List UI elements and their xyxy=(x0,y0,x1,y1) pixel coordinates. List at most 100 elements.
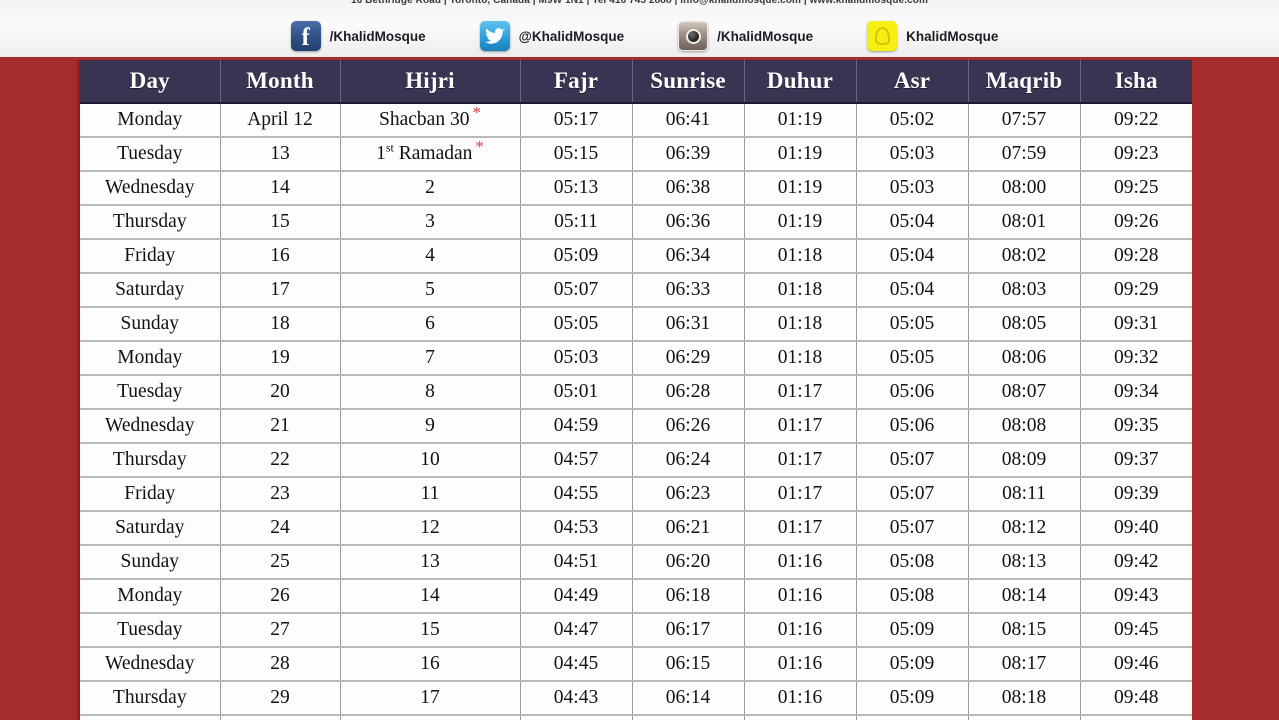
cell-day: Monday xyxy=(80,341,221,376)
cell-month: 26 xyxy=(220,579,341,614)
column-header-day: Day xyxy=(80,60,221,104)
hijri-note-star: * xyxy=(475,137,484,156)
social-link-snapchat[interactable]: KhalidMosque xyxy=(867,21,998,51)
cell-month: April 12 xyxy=(220,103,341,138)
prayer-timetable-container: Day Month Hijri Fajr Sunrise Duhur Asr M… xyxy=(77,60,1192,720)
cell-asr: 05:10 xyxy=(856,715,969,720)
cell-day: Thursday xyxy=(80,443,221,478)
cell-hijri: 12 xyxy=(340,511,521,546)
cell-isha: 09:46 xyxy=(1080,647,1192,682)
table-row: Saturday 24 12 04:53 06:21 01:17 05:07 08:12 09:… xyxy=(80,511,1192,546)
cell-sunrise: 06:14 xyxy=(632,681,745,716)
cell-duhur: 01:19 xyxy=(744,103,857,138)
cell-asr: 05:05 xyxy=(856,341,969,376)
cell-month: 27 xyxy=(220,613,341,648)
cell-maqrib: 08:19 xyxy=(968,715,1081,720)
cell-sunrise: 06:38 xyxy=(632,171,745,206)
cell-asr: 05:04 xyxy=(856,205,969,240)
page-root: 16 Bethridge Road | Toronto, Canada | M9… xyxy=(0,0,1279,720)
cell-sunrise: 06:34 xyxy=(632,239,745,274)
cell-month: 29 xyxy=(220,681,341,716)
cell-maqrib: 08:07 xyxy=(968,375,1081,410)
social-link-twitter[interactable]: @KhalidMosque xyxy=(479,21,624,51)
cell-isha: 09:50 xyxy=(1080,715,1192,720)
cell-asr: 05:06 xyxy=(856,375,969,410)
column-header-duhur: Duhur xyxy=(744,60,857,104)
cell-isha: 09:31 xyxy=(1080,307,1192,342)
cell-maqrib: 08:09 xyxy=(968,443,1081,478)
cell-month: 23 xyxy=(220,477,341,512)
cell-month: 17 xyxy=(220,273,341,308)
cell-asr: 05:08 xyxy=(856,545,969,580)
cell-maqrib: 08:08 xyxy=(968,409,1081,444)
cell-fajr: 04:53 xyxy=(520,511,633,546)
cell-duhur: 01:16 xyxy=(744,681,857,716)
cell-maqrib: 08:06 xyxy=(968,341,1081,376)
cell-asr: 05:04 xyxy=(856,239,969,274)
cell-sunrise: 06:41 xyxy=(632,103,745,138)
social-link-facebook[interactable]: f /KhalidMosque xyxy=(290,21,426,51)
table-body: Monday April 12 Shacban 30 * 05:17 06:41 01:19… xyxy=(80,103,1192,720)
column-header-fajr: Fajr xyxy=(520,60,633,104)
cell-hijri: 11 xyxy=(340,477,521,512)
cell-duhur: 01:16 xyxy=(744,715,857,720)
column-header-sunrise: Sunrise xyxy=(632,60,745,104)
cell-fajr: 04:59 xyxy=(520,409,633,444)
table-row: Tuesday 13 1st Ramadan * 05:15 06:39 01:19 05:0… xyxy=(80,137,1192,172)
cell-day: Saturday xyxy=(80,511,221,546)
cell-asr: 05:08 xyxy=(856,579,969,614)
hijri-note-star: * xyxy=(472,103,481,122)
social-link-instagram[interactable]: /KhalidMosque xyxy=(678,21,813,51)
contact-info-line: 16 Bethridge Road | Toronto, Canada | M9… xyxy=(350,0,928,6)
cell-duhur: 01:17 xyxy=(744,409,857,444)
cell-duhur: 01:19 xyxy=(744,205,857,240)
table-row: Sunday 25 13 04:51 06:20 01:16 05:08 08:13 09:42 xyxy=(80,545,1192,580)
cell-duhur: 01:16 xyxy=(744,647,857,682)
cell-sunrise: 06:17 xyxy=(632,613,745,648)
cell-month: 13 xyxy=(220,137,341,172)
cell-asr: 05:07 xyxy=(856,511,969,546)
table-row: Friday 23 11 04:55 06:23 01:17 05:07 08:11 09:39 xyxy=(80,477,1192,512)
cell-day: Wednesday xyxy=(80,647,221,682)
cell-hijri: 9 xyxy=(340,409,521,444)
cell-isha: 09:23 xyxy=(1080,137,1192,172)
cell-fajr: 05:17 xyxy=(520,103,633,138)
cell-duhur: 01:19 xyxy=(744,171,857,206)
cell-maqrib: 08:00 xyxy=(968,171,1081,206)
cell-asr: 05:03 xyxy=(856,137,969,172)
table-row: Friday301804:4206:1201:1605:1008:1909:50 xyxy=(80,715,1192,720)
cell-maqrib: 08:18 xyxy=(968,681,1081,716)
table-row: Saturday 17 5 05:07 06:33 01:18 05:04 08:03 09:2… xyxy=(80,273,1192,308)
cell-sunrise: 06:26 xyxy=(632,409,745,444)
cell-hijri: 7 xyxy=(340,341,521,376)
table-row: Tuesday 20 8 05:01 06:28 01:17 05:06 08:07 09:34 xyxy=(80,375,1192,410)
cell-hijri: 16 xyxy=(340,647,521,682)
cell-asr: 05:09 xyxy=(856,681,969,716)
cell-day: Thursday xyxy=(80,681,221,716)
cell-asr: 05:06 xyxy=(856,409,969,444)
cell-sunrise: 06:33 xyxy=(632,273,745,308)
cell-duhur: 01:16 xyxy=(744,613,857,648)
cell-duhur: 01:18 xyxy=(744,341,857,376)
cell-isha: 09:25 xyxy=(1080,171,1192,206)
table-row: Monday April 12 Shacban 30 * 05:17 06:41 01:19… xyxy=(80,103,1192,138)
cell-day: Sunday xyxy=(80,307,221,342)
cell-sunrise: 06:20 xyxy=(632,545,745,580)
cell-day: Friday xyxy=(80,477,221,512)
cell-maqrib: 08:15 xyxy=(968,613,1081,648)
table-row: Monday 26 14 04:49 06:18 01:16 05:08 08:14 09:43 xyxy=(80,579,1192,614)
cell-isha: 09:35 xyxy=(1080,409,1192,444)
cell-fajr: 04:42 xyxy=(520,715,633,720)
cell-fajr: 05:03 xyxy=(520,341,633,376)
table-row: Wednesday 28 16 04:45 06:15 01:16 05:09 08:17 09… xyxy=(80,647,1192,682)
cell-duhur: 01:18 xyxy=(744,307,857,342)
cell-hijri: 13 xyxy=(340,545,521,580)
column-header-asr: Asr xyxy=(856,60,969,104)
column-header-maqrib: Maqrib xyxy=(968,60,1081,104)
cell-sunrise: 06:29 xyxy=(632,341,745,376)
cell-fajr: 05:01 xyxy=(520,375,633,410)
cell-day: Tuesday xyxy=(80,137,221,172)
cell-fajr: 04:47 xyxy=(520,613,633,648)
cell-maqrib: 07:57 xyxy=(968,103,1081,138)
cell-fajr: 05:11 xyxy=(520,205,633,240)
